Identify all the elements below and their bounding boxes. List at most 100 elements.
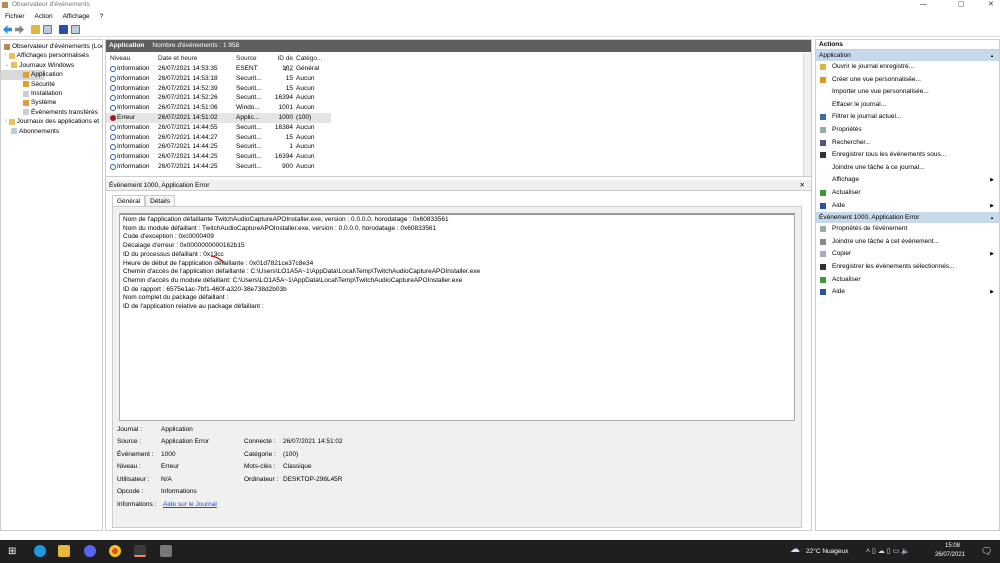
- menu-affichage[interactable]: Affichage: [63, 11, 90, 22]
- tree-item-security[interactable]: Sécurité: [1, 80, 102, 89]
- event-viewer-task-icon[interactable]: [134, 545, 146, 557]
- tree-item-application[interactable]: Application: [1, 70, 63, 80]
- tree-label: Journaux des applications et: [16, 118, 100, 126]
- table-row[interactable]: Information 26/07/2021 14:51:06 Windo... 10…: [106, 103, 331, 113]
- description-line: Nom complet du package défaillant :: [123, 294, 229, 302]
- action-pane-icon[interactable]: [71, 25, 80, 34]
- cell: 26/07/2021 14:44:25: [158, 143, 218, 151]
- expand-icon[interactable]: ›: [5, 117, 7, 126]
- folder-icon: [820, 64, 826, 70]
- action-item[interactable]: Actualiser: [816, 274, 999, 287]
- save-icon: [820, 263, 826, 270]
- tree-item-setup[interactable]: Installation: [1, 89, 102, 98]
- table-row[interactable]: Information 26/07/2021 14:44:25 Securit...…: [106, 152, 331, 162]
- cell: 26/07/2021 14:51:06: [158, 104, 218, 112]
- action-item[interactable]: Enregistrer tous les événements sous...: [816, 149, 999, 162]
- close-detail-button[interactable]: ✕: [800, 180, 805, 191]
- table-row[interactable]: Information 26/07/2021 14:44:25 Securit...…: [106, 162, 331, 172]
- tree-item-system[interactable]: Système: [1, 98, 102, 107]
- actions-section-header[interactable]: Application: [816, 50, 999, 61]
- column-date[interactable]: Date et heure: [158, 53, 236, 64]
- action-item[interactable]: Créer une vue personnalisée...: [816, 74, 999, 87]
- tree-item-subscriptions[interactable]: Abonnements: [1, 127, 102, 136]
- chrome-icon[interactable]: [109, 545, 121, 557]
- action-item[interactable]: Enregistrer les événements sélectionnés.…: [816, 261, 999, 274]
- table-row[interactable]: Information 26/07/2021 14:44:55 Securit...…: [106, 123, 331, 133]
- forward-icon[interactable]: [15, 25, 24, 34]
- tree-item-app-logs[interactable]: › Journaux des applications et: [1, 117, 102, 126]
- action-item[interactable]: Aide ▶: [816, 286, 999, 299]
- menu-help[interactable]: ?: [100, 11, 104, 22]
- tree-item-custom-views[interactable]: › Affichages personnalisés: [1, 51, 102, 60]
- level-text: Information: [117, 153, 150, 161]
- action-item[interactable]: Copier ▶: [816, 248, 999, 261]
- file-explorer-icon[interactable]: [58, 545, 70, 557]
- event-description[interactable]: Nom de l'application défaillante TwitchA…: [119, 213, 795, 421]
- tree-item-forwarded[interactable]: Événements transférés: [1, 108, 102, 117]
- column-source[interactable]: Source: [236, 53, 270, 64]
- event-log-help-link[interactable]: Aide sur le Journal: [163, 500, 217, 510]
- weather-text[interactable]: 22°C Nuageux: [806, 548, 848, 555]
- detail-header: Événement 1000, Application Error ✕: [106, 180, 811, 191]
- action-item[interactable]: Effacer le journal...: [816, 99, 999, 112]
- collapse-icon[interactable]: ⌄: [5, 61, 9, 70]
- list-scrollbar[interactable]: [803, 53, 811, 176]
- back-icon[interactable]: [3, 25, 12, 34]
- maximize-button[interactable]: ▢: [958, 0, 965, 10]
- column-category[interactable]: Catégo...: [296, 53, 330, 64]
- table-row[interactable]: Information 26/07/2021 14:53:18 Securit...…: [106, 74, 331, 84]
- table-row[interactable]: Information 26/07/2021 14:44:27 Securit...…: [106, 133, 331, 143]
- edge-icon[interactable]: [34, 545, 46, 557]
- system-tray-icons[interactable]: ˄ ▯ ☁ ▯ ▭ 🔈: [866, 547, 910, 555]
- action-item[interactable]: Propriétés de l'événement: [816, 223, 999, 236]
- table-row[interactable]: Information 26/07/2021 14:44:25 Securit...…: [106, 142, 331, 152]
- start-icon[interactable]: ⊞: [8, 546, 16, 557]
- level-cell: Information: [106, 74, 158, 84]
- computer-label: Ordinateur :: [244, 476, 279, 483]
- action-item[interactable]: Affichage ▶: [816, 174, 999, 187]
- action-item[interactable]: Aide ▶: [816, 200, 999, 213]
- column-id[interactable]: ID de l'...: [270, 53, 296, 73]
- close-button[interactable]: ✕: [988, 0, 994, 10]
- minimize-button[interactable]: —: [920, 0, 927, 10]
- tree-item-root[interactable]: Observateur d'événements (Loc: [1, 42, 102, 51]
- menu-fichier[interactable]: Fichier: [5, 11, 25, 22]
- action-item[interactable]: Ouvrir le journal enregistré...: [816, 61, 999, 74]
- clock-date[interactable]: 26/07/2021: [935, 552, 965, 558]
- tab-general[interactable]: Général: [112, 195, 146, 206]
- tree-label: Application: [31, 71, 63, 79]
- app-task-icon[interactable]: [160, 545, 172, 557]
- action-item[interactable]: Propriétés: [816, 124, 999, 137]
- action-item[interactable]: Actualiser: [816, 187, 999, 200]
- menu-action[interactable]: Action: [35, 11, 53, 22]
- description-line: Nom de l'application défaillante TwitchA…: [123, 216, 449, 223]
- action-item[interactable]: Rechercher...: [816, 137, 999, 150]
- open-folder-icon[interactable]: [31, 25, 40, 34]
- level-cell: Information: [106, 133, 158, 143]
- actions-section-header[interactable]: Événement 1000, Application Error: [816, 212, 999, 224]
- table-row[interactable]: Information 26/07/2021 14:52:39 Securit...…: [106, 84, 331, 94]
- cell: Aucun: [296, 123, 315, 131]
- tab-details[interactable]: Détails: [145, 195, 175, 206]
- action-label: Copier: [832, 250, 852, 258]
- level-cell: Information: [106, 162, 158, 172]
- console-tree-icon[interactable]: [43, 25, 52, 34]
- discord-icon[interactable]: [84, 545, 96, 557]
- action-item[interactable]: Joindre une tâche à ce journal...: [816, 162, 999, 175]
- clock-time[interactable]: 15:08: [945, 543, 960, 549]
- action-item[interactable]: Importer une vue personnalisée...: [816, 86, 999, 99]
- table-row[interactable]: Information 26/07/2021 14:52:26 Securit...…: [106, 93, 331, 103]
- info-label: Informations :: [117, 501, 157, 508]
- expand-icon[interactable]: ›: [5, 51, 7, 60]
- cell: 16394: [274, 94, 293, 102]
- cell: 1001: [278, 104, 293, 112]
- refresh-icon: [820, 189, 826, 196]
- column-level[interactable]: Niveau: [106, 53, 158, 64]
- table-row[interactable]: Erreur 26/07/2021 14:51:02 Applic... 1000 (1…: [106, 112, 331, 123]
- table-row[interactable]: Information 26/07/2021 14:53:35 ESENT 102 Gé…: [106, 64, 331, 74]
- notifications-icon[interactable]: 🗨: [981, 546, 992, 557]
- action-item[interactable]: Filtrer le journal actuel...: [816, 111, 999, 124]
- action-item[interactable]: Joindre une tâche à cet événement...: [816, 236, 999, 249]
- tree-item-windows-logs[interactable]: ⌄ Journaux Windows: [1, 61, 102, 70]
- help-icon[interactable]: [59, 25, 68, 34]
